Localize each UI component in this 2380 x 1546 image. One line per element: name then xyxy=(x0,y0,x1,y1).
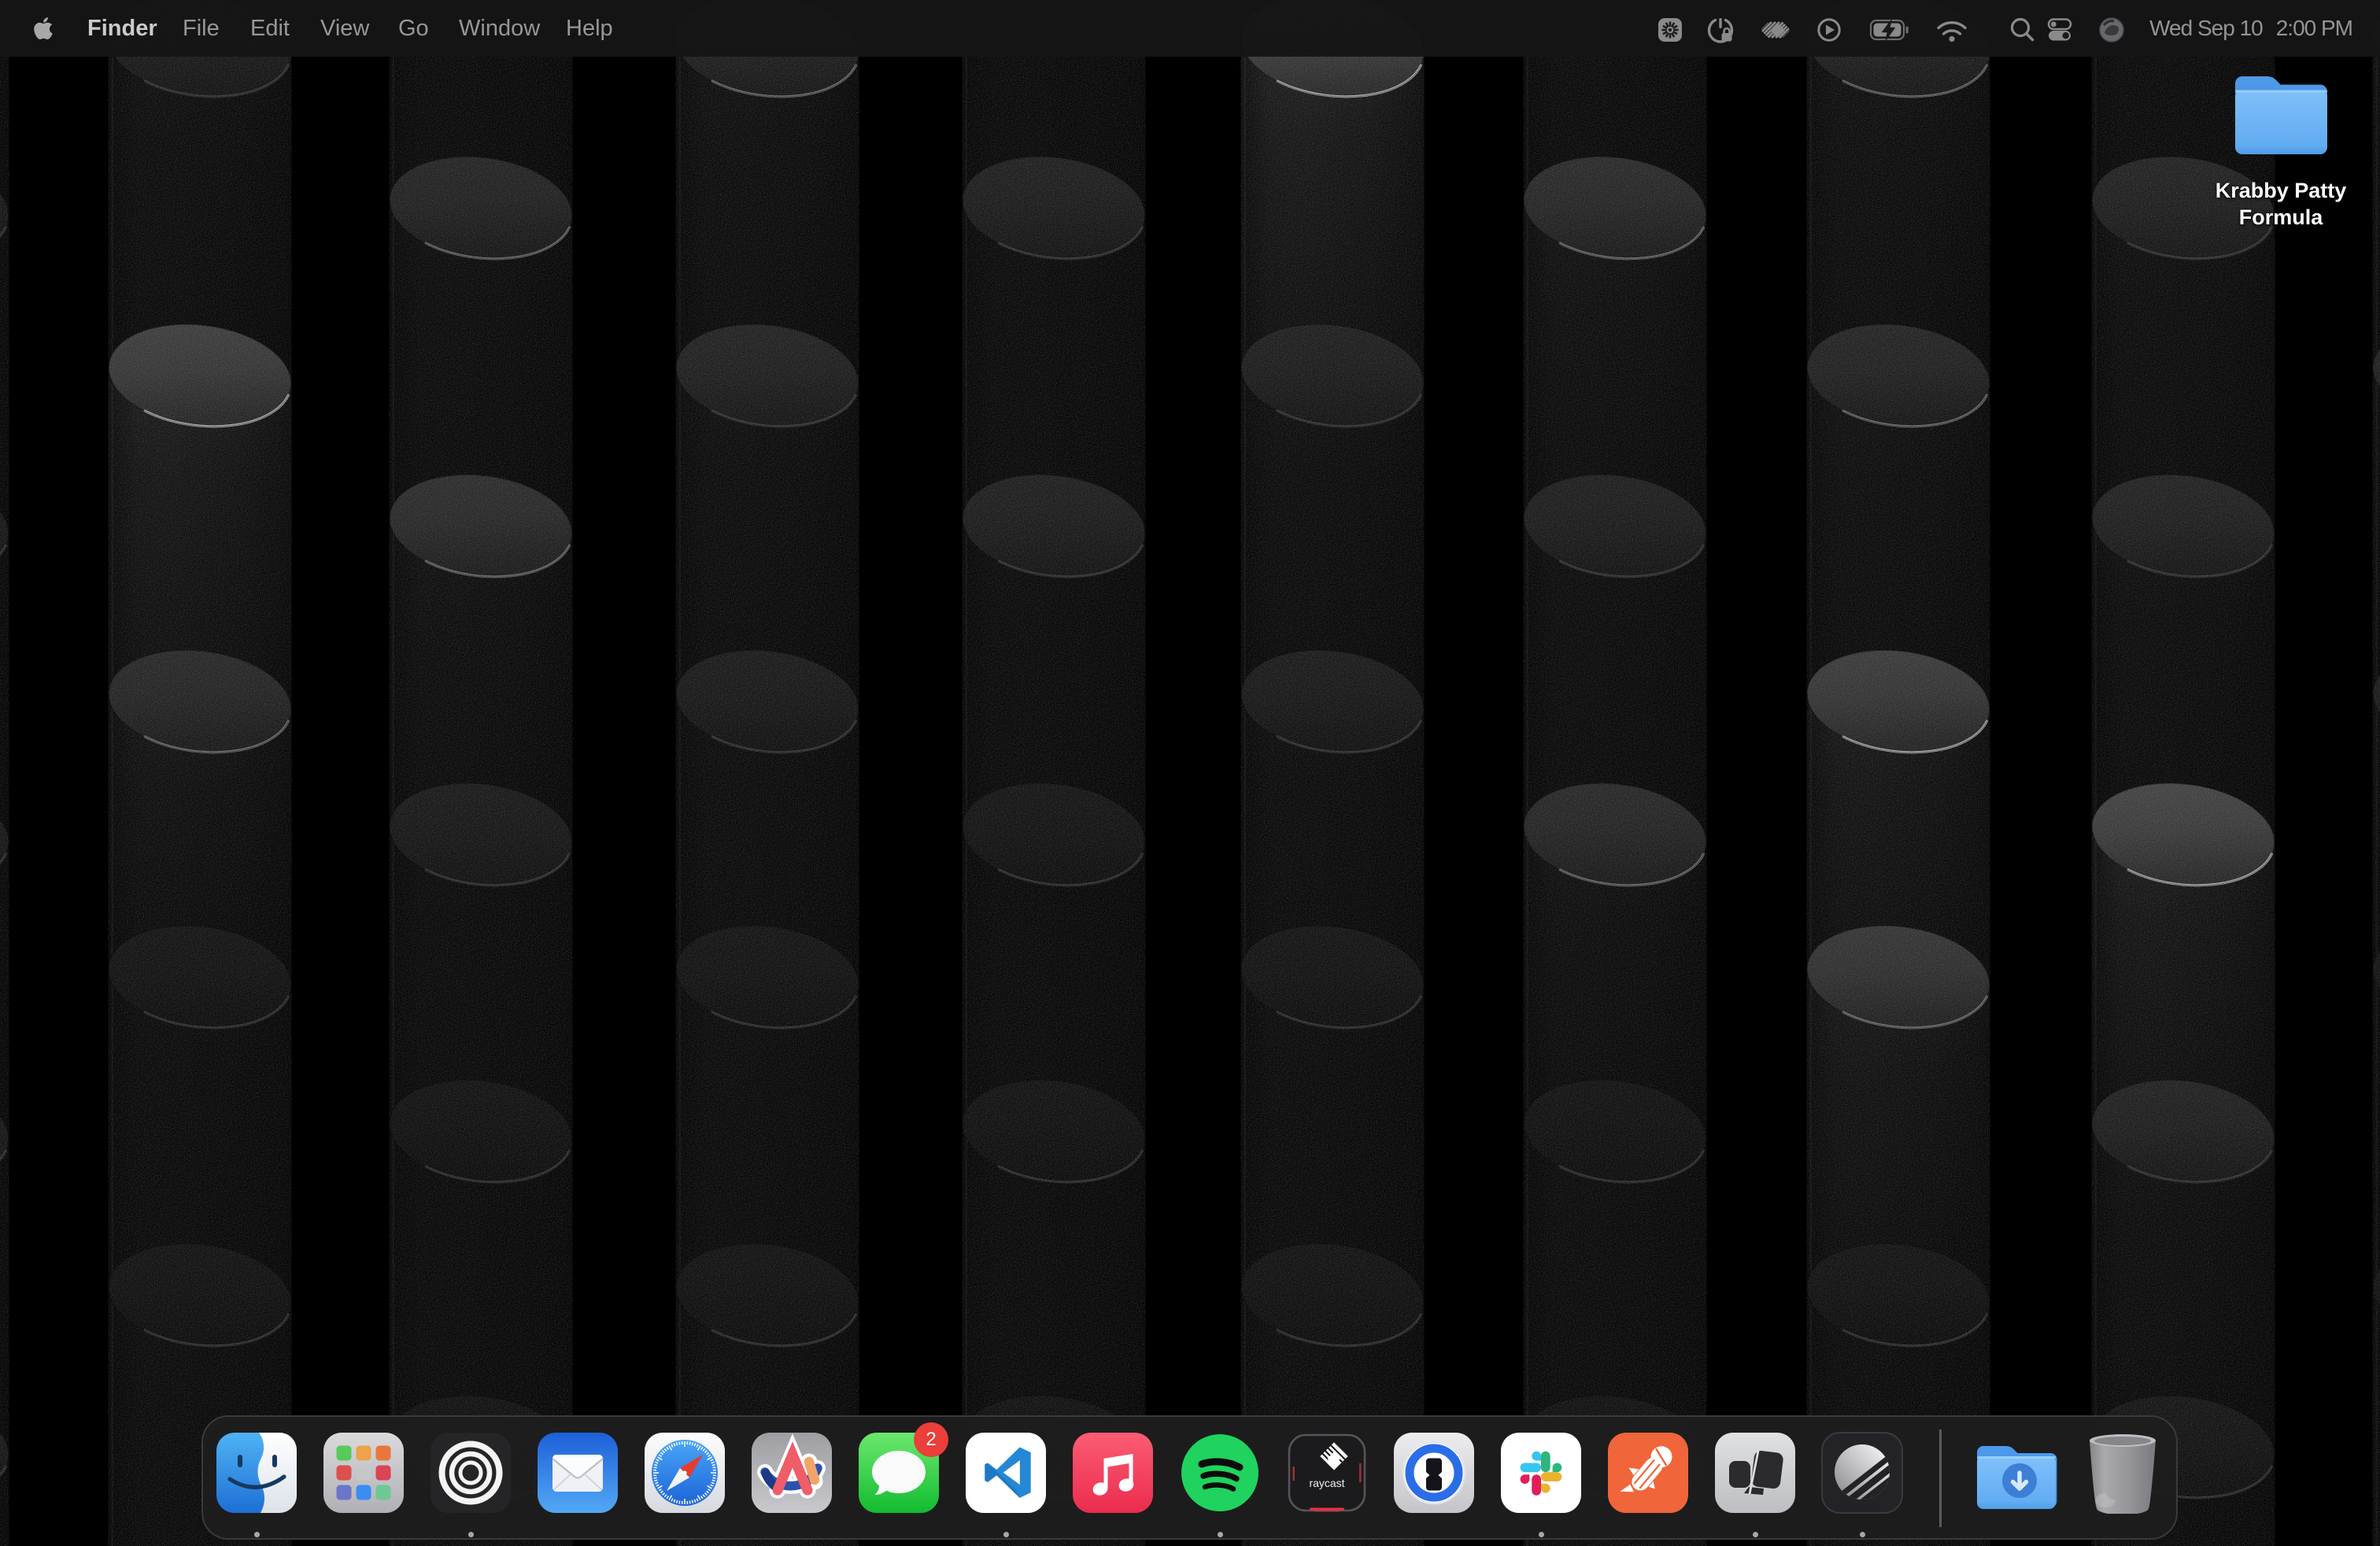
svg-text:raycast: raycast xyxy=(1309,1477,1344,1489)
